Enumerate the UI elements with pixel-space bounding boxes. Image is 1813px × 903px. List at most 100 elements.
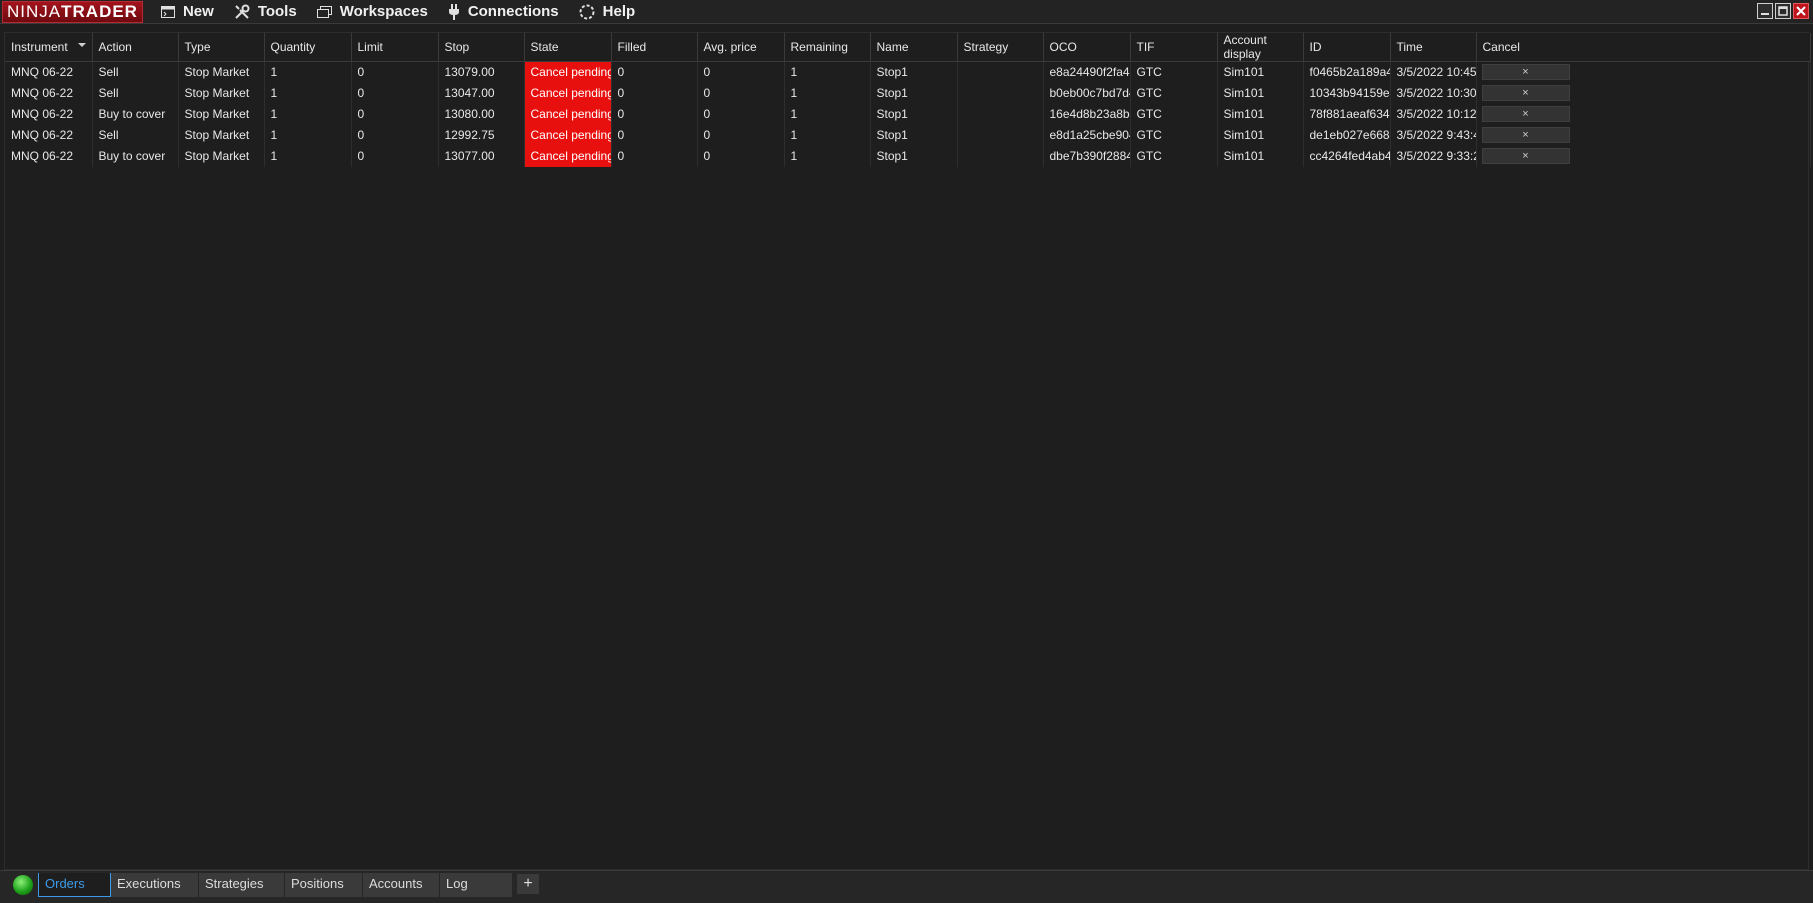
cell-strategy — [957, 145, 1044, 167]
cell-name: Stop1 — [870, 82, 958, 104]
menu-connections-label: Connections — [467, 3, 559, 20]
col-header-cancel[interactable]: Cancel — [1476, 33, 1811, 62]
cell-avg-price: 0 — [697, 145, 785, 167]
sort-descending-icon — [77, 43, 86, 47]
menu-workspaces[interactable]: Workspaces — [316, 3, 428, 20]
col-header-name[interactable]: Name — [870, 33, 958, 62]
cell-cancel: × — [1476, 82, 1811, 104]
cell-state: Cancel pending — [524, 124, 612, 146]
menu-connections[interactable]: Connections — [448, 3, 559, 20]
minimize-button[interactable] — [1757, 3, 1773, 19]
cell-state: Cancel pending — [524, 145, 612, 167]
cell-stop: 13079.00 — [438, 61, 525, 83]
cell-tif: GTC — [1130, 124, 1218, 146]
cell-tif: GTC — [1130, 103, 1218, 125]
cell-type: Stop Market — [178, 61, 265, 83]
col-header-quantity[interactable]: Quantity — [264, 33, 352, 62]
tab-orders[interactable]: Orders — [38, 873, 111, 897]
cell-name: Stop1 — [870, 124, 958, 146]
col-header-account-display[interactable]: Account display — [1217, 33, 1304, 62]
cell-account: Sim101 — [1217, 145, 1304, 167]
col-header-filled[interactable]: Filled — [611, 33, 698, 62]
col-header-strategy[interactable]: Strategy — [957, 33, 1044, 62]
cell-avg-price: 0 — [697, 61, 785, 83]
cancel-order-button[interactable]: × — [1481, 64, 1570, 81]
col-header-state[interactable]: State — [524, 33, 612, 62]
cancel-order-button[interactable]: × — [1481, 127, 1570, 143]
cell-avg-price: 0 — [697, 103, 785, 125]
cell-strategy — [957, 61, 1044, 83]
cancel-order-button[interactable]: × — [1481, 85, 1570, 101]
cell-cancel: × — [1476, 145, 1811, 167]
cell-stop: 13077.00 — [438, 145, 525, 167]
table-row[interactable]: MNQ 06-22 Sell Stop Market 1 0 13047.00 … — [5, 82, 1811, 104]
cell-name: Stop1 — [870, 103, 958, 125]
cell-state: Cancel pending — [524, 82, 612, 104]
cell-filled: 0 — [611, 82, 698, 104]
cell-stop: 12992.75 — [438, 124, 525, 146]
logo-text-ninja: NINJA — [7, 1, 62, 21]
tab-executions[interactable]: Executions — [111, 873, 199, 897]
close-button[interactable] — [1793, 3, 1809, 19]
col-header-tif[interactable]: TIF — [1130, 33, 1218, 62]
col-header-limit[interactable]: Limit — [351, 33, 439, 62]
col-header-stop[interactable]: Stop — [438, 33, 525, 62]
logo-text-trader: TRADER — [61, 1, 138, 21]
cell-tif: GTC — [1130, 82, 1218, 104]
cell-limit: 0 — [351, 145, 439, 167]
cell-filled: 0 — [611, 61, 698, 83]
menu-tools[interactable]: Tools — [234, 3, 297, 20]
cell-quantity: 1 — [264, 145, 352, 167]
cell-quantity: 1 — [264, 103, 352, 125]
cell-state: Cancel pending — [524, 103, 612, 125]
cell-type: Stop Market — [178, 103, 265, 125]
table-row[interactable]: MNQ 06-22 Sell Stop Market 1 0 12992.75 … — [5, 124, 1811, 146]
cell-limit: 0 — [351, 61, 439, 83]
col-header-action[interactable]: Action — [92, 33, 179, 62]
col-header-id[interactable]: ID — [1303, 33, 1391, 62]
col-header-oco[interactable]: OCO — [1043, 33, 1131, 62]
bottom-tab-bar: Orders Executions Strategies Positions A… — [0, 870, 1813, 903]
cell-time: 3/5/2022 10:12:3 — [1390, 103, 1477, 125]
cell-cancel: × — [1476, 61, 1811, 83]
workspaces-icon — [316, 5, 332, 18]
cell-action: Buy to cover — [92, 103, 179, 125]
tab-strategies[interactable]: Strategies — [199, 873, 285, 897]
col-header-instrument[interactable]: Instrument — [5, 33, 93, 62]
cell-tif: GTC — [1130, 145, 1218, 167]
ninjatrader-logo[interactable]: NINJA TRADER — [2, 0, 143, 23]
tab-log[interactable]: Log — [440, 873, 513, 897]
cell-remaining: 1 — [784, 61, 871, 83]
connection-status-icon[interactable] — [13, 875, 33, 895]
menu-new[interactable]: New — [160, 3, 214, 20]
cell-remaining: 1 — [784, 82, 871, 104]
cell-state: Cancel pending — [524, 61, 612, 83]
table-row[interactable]: MNQ 06-22 Buy to cover Stop Market 1 0 1… — [5, 103, 1811, 125]
cell-name: Stop1 — [870, 61, 958, 83]
menu-help-label: Help — [602, 3, 636, 20]
maximize-button[interactable] — [1775, 3, 1791, 19]
cancel-order-button[interactable]: × — [1481, 106, 1570, 122]
cell-instrument: MNQ 06-22 — [5, 124, 93, 146]
table-row[interactable]: MNQ 06-22 Sell Stop Market 1 0 13079.00 … — [5, 61, 1811, 83]
cancel-order-button[interactable]: × — [1481, 148, 1570, 164]
cell-action: Sell — [92, 124, 179, 146]
cell-name: Stop1 — [870, 145, 958, 167]
menu-new-label: New — [182, 3, 214, 20]
menu-help[interactable]: Help — [579, 3, 636, 20]
add-tab-button[interactable]: + — [517, 874, 539, 894]
col-header-type[interactable]: Type — [178, 33, 265, 62]
cell-cancel: × — [1476, 124, 1811, 146]
cell-type: Stop Market — [178, 82, 265, 104]
orders-grid: Instrument Action Type Quantity Limit St… — [4, 32, 1811, 870]
cell-filled: 0 — [611, 124, 698, 146]
table-row[interactable]: MNQ 06-22 Buy to cover Stop Market 1 0 1… — [5, 145, 1811, 167]
cell-instrument: MNQ 06-22 — [5, 103, 93, 125]
tab-accounts[interactable]: Accounts — [363, 873, 440, 897]
col-header-remaining[interactable]: Remaining — [784, 33, 871, 62]
cell-time: 3/5/2022 9:43:44 — [1390, 124, 1477, 146]
cell-oco: e8a24490f2fa4a — [1043, 61, 1131, 83]
col-header-avg-price[interactable]: Avg. price — [697, 33, 785, 62]
col-header-time[interactable]: Time — [1390, 33, 1477, 62]
tab-positions[interactable]: Positions — [285, 873, 363, 897]
